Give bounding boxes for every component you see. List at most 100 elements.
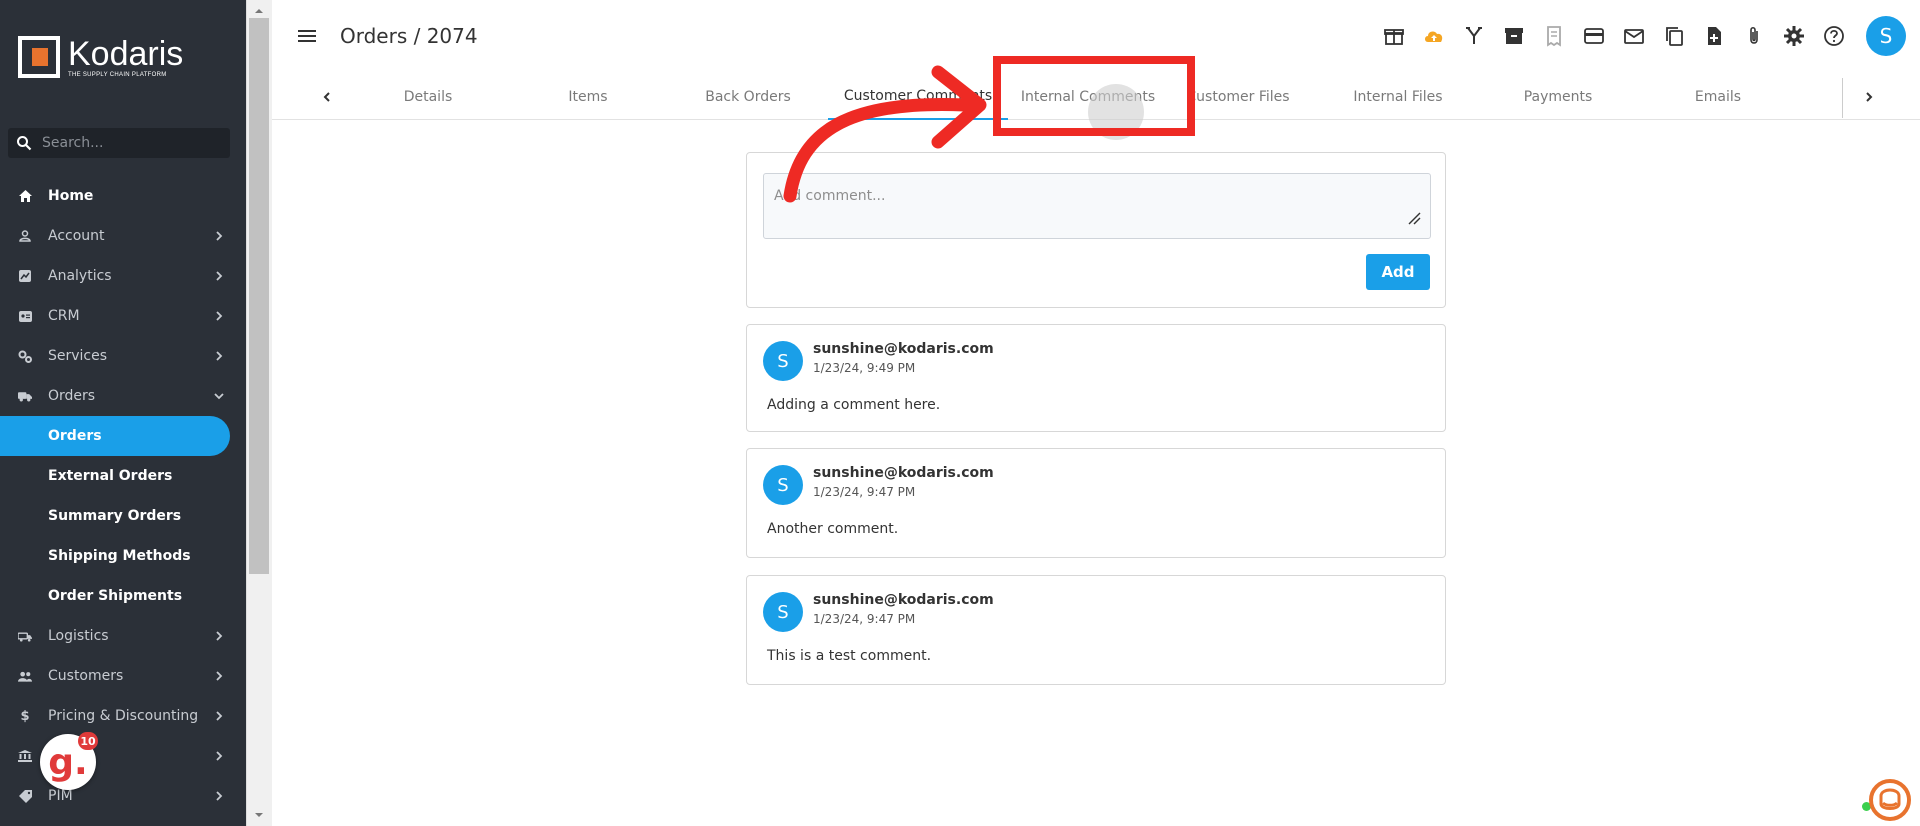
- sidebar-subitem-shipping-methods[interactable]: Shipping Methods: [0, 536, 246, 576]
- sidebar-item-account[interactable]: Account: [0, 216, 246, 256]
- scroll-down-arrow-icon[interactable]: [254, 810, 264, 820]
- sidebar-nav: Home Account Analytics CRM Services Orde…: [0, 176, 246, 816]
- sidebar-item-crm[interactable]: CRM: [0, 296, 246, 336]
- comment-body: Another comment.: [767, 521, 899, 537]
- gear-icon[interactable]: [1774, 16, 1814, 56]
- analytics-icon: [18, 269, 32, 283]
- tab-payments[interactable]: Payments: [1478, 74, 1638, 120]
- services-icon: [18, 349, 32, 363]
- annotation-arrow: [783, 65, 987, 203]
- sidebar-subitem-label: External Orders: [48, 468, 173, 484]
- kodaris-logo-mark: [18, 36, 60, 78]
- comment-timestamp: 1/23/24, 9:47 PM: [813, 612, 916, 626]
- sidebar-scrollbar-thumb[interactable]: [249, 18, 269, 574]
- comment-author: sunshine@kodaris.com: [813, 341, 994, 357]
- comment-author: sunshine@kodaris.com: [813, 465, 994, 481]
- account-icon: [18, 229, 32, 243]
- toolbar: S: [1374, 16, 1920, 56]
- copy-icon[interactable]: [1654, 16, 1694, 56]
- sidebar-item-bank[interactable]: [0, 736, 246, 776]
- tab-details[interactable]: Details: [348, 74, 508, 120]
- comment-card: S sunshine@kodaris.com 1/23/24, 9:47 PM …: [746, 448, 1446, 558]
- tab-label: Items: [568, 89, 608, 105]
- tab-scroll-right-icon[interactable]: [1854, 82, 1884, 112]
- comment-author: sunshine@kodaris.com: [813, 592, 994, 608]
- comment-card: S sunshine@kodaris.com 1/23/24, 9:47 PM …: [746, 575, 1446, 685]
- sidebar-item-label: Analytics: [48, 268, 112, 284]
- sidebar-item-label: CRM: [48, 308, 80, 324]
- comment-card: S sunshine@kodaris.com 1/23/24, 9:49 PM …: [746, 324, 1446, 432]
- tab-label: Emails: [1694, 89, 1742, 105]
- customers-icon: [18, 669, 32, 683]
- tab-emails[interactable]: Emails: [1638, 74, 1798, 120]
- add-file-icon[interactable]: [1694, 16, 1734, 56]
- tab-scroll-left-icon[interactable]: [312, 82, 342, 112]
- sidebar-subitem-label: Orders: [48, 428, 102, 444]
- sidebar: Kodaris THE SUPPLY CHAIN PLATFORM Home A…: [0, 0, 246, 826]
- bank-icon: [18, 749, 32, 763]
- chat-support-icon[interactable]: [1866, 778, 1912, 822]
- mail-icon[interactable]: [1614, 16, 1654, 56]
- comment-avatar: S: [763, 592, 803, 632]
- kodaris-logo[interactable]: Kodaris THE SUPPLY CHAIN PLATFORM: [18, 36, 183, 78]
- sidebar-item-customers[interactable]: Customers: [0, 656, 246, 696]
- chevron-down-icon: [214, 393, 224, 400]
- tab-label: Customer Files: [1186, 89, 1290, 105]
- tab-items[interactable]: Items: [508, 74, 668, 120]
- sidebar-item-logistics[interactable]: Logistics: [0, 616, 246, 656]
- sidebar-item-label: Account: [48, 228, 105, 244]
- comment-timestamp: 1/23/24, 9:47 PM: [813, 485, 916, 499]
- tab-internal-files[interactable]: Internal Files: [1318, 74, 1478, 120]
- comment-body: Adding a comment here.: [767, 397, 941, 413]
- chevron-right-icon: [216, 351, 223, 361]
- sidebar-item-orders[interactable]: Orders: [0, 376, 246, 416]
- sidebar-subitem-label: Summary Orders: [48, 508, 182, 524]
- archive-icon[interactable]: [1494, 16, 1534, 56]
- attachment-icon[interactable]: [1734, 16, 1774, 56]
- sidebar-item-label: Customers: [48, 668, 124, 684]
- search-input[interactable]: [42, 135, 222, 151]
- sidebar-item-pricing-discounting[interactable]: $ Pricing & Discounting: [0, 696, 246, 736]
- resize-handle-icon[interactable]: [1407, 211, 1421, 225]
- scroll-up-arrow-icon[interactable]: [254, 6, 264, 16]
- sidebar-item-label: Home: [48, 188, 94, 204]
- page-title: Orders / 2074: [340, 24, 478, 48]
- cloud-upload-icon[interactable]: [1414, 16, 1454, 56]
- sidebar-item-home[interactable]: Home: [0, 176, 246, 216]
- gift-icon[interactable]: [1374, 16, 1414, 56]
- sidebar-subitem-order-shipments[interactable]: Order Shipments: [0, 576, 246, 616]
- user-avatar[interactable]: S: [1866, 16, 1906, 56]
- sidebar-item-services[interactable]: Services: [0, 336, 246, 376]
- logo-name: Kodaris: [68, 34, 184, 73]
- tab-label: Details: [403, 89, 453, 105]
- credit-card-icon[interactable]: [1574, 16, 1614, 56]
- sidebar-subitem-external-orders[interactable]: External Orders: [0, 456, 246, 496]
- sidebar-item-analytics[interactable]: Analytics: [0, 256, 246, 296]
- sidebar-subitem-label: Shipping Methods: [48, 548, 191, 564]
- sidebar-item-label: PIM: [48, 788, 73, 804]
- chevron-right-icon: [216, 791, 223, 801]
- receipt-icon[interactable]: [1534, 16, 1574, 56]
- hamburger-menu-icon[interactable]: [296, 26, 318, 46]
- chevron-right-icon: [216, 271, 223, 281]
- truck-icon: [18, 389, 32, 403]
- sidebar-item-pim[interactable]: PIM: [0, 776, 246, 816]
- chevron-right-icon: [216, 751, 223, 761]
- merge-icon[interactable]: [1454, 16, 1494, 56]
- add-comment-button[interactable]: Add: [1366, 254, 1430, 290]
- crm-icon: [18, 309, 32, 323]
- chevron-right-icon: [216, 311, 223, 321]
- sidebar-subitem-summary-orders[interactable]: Summary Orders: [0, 496, 246, 536]
- chevron-right-icon: [216, 631, 223, 641]
- sidebar-subitem-orders[interactable]: Orders: [0, 416, 230, 456]
- logistics-icon: [18, 629, 32, 643]
- guide-badge-count: 10: [78, 732, 98, 750]
- comment-body: This is a test comment.: [767, 648, 932, 664]
- help-icon[interactable]: [1814, 16, 1854, 56]
- comment-avatar: S: [763, 341, 803, 381]
- chevron-right-icon: [216, 231, 223, 241]
- sidebar-item-label: Services: [48, 348, 108, 364]
- tab-divider: [1842, 78, 1843, 118]
- search-icon: [17, 136, 32, 151]
- sidebar-search: [8, 128, 230, 158]
